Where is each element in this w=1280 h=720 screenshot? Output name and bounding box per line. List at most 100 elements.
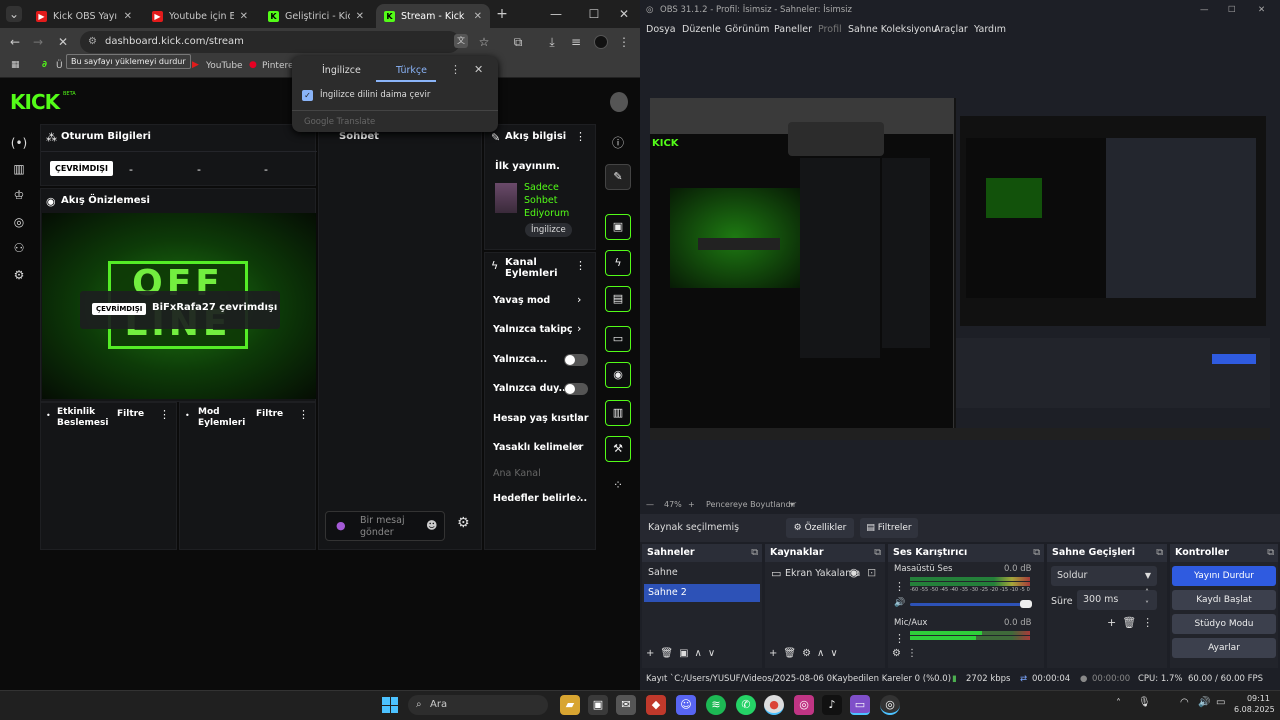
popout-icon[interactable]: ⧉ bbox=[751, 544, 758, 562]
wifi-icon[interactable]: ◠ bbox=[1180, 697, 1189, 708]
more-icon[interactable]: ⋮ bbox=[450, 63, 461, 76]
user-avatar[interactable] bbox=[610, 92, 628, 112]
studio-mode-button[interactable]: Stüdyo Modu bbox=[1172, 614, 1276, 634]
microphone-icon[interactable]: ● bbox=[336, 519, 346, 532]
app-icon[interactable]: ◆ bbox=[646, 695, 666, 715]
age-restriction-item[interactable]: Hesap yaş kısıtlar bbox=[493, 413, 589, 424]
scene-item-selected[interactable]: Sahne 2 bbox=[644, 584, 760, 602]
tray-chevron-icon[interactable]: ˄ bbox=[1116, 698, 1121, 709]
minimize-icon[interactable]: — bbox=[1200, 0, 1209, 20]
volume-slider-handle[interactable] bbox=[1020, 600, 1032, 608]
tab-youtube[interactable]: ▶Youtube için EN İYİ✕ bbox=[144, 4, 256, 28]
source-controls[interactable]: +🗑⚙∧∨ bbox=[769, 648, 844, 659]
file-explorer-icon[interactable]: ▰ bbox=[560, 695, 580, 715]
menu-view[interactable]: Görünüm bbox=[725, 24, 769, 35]
menu-help[interactable]: Yardım bbox=[974, 24, 1006, 35]
popout-icon[interactable]: ⧉ bbox=[1033, 544, 1040, 562]
close-icon[interactable]: ✕ bbox=[124, 11, 132, 22]
popout-icon[interactable]: ⧉ bbox=[1156, 544, 1163, 562]
properties-button[interactable]: ⚙ Özellikler bbox=[786, 518, 854, 538]
scene-item[interactable]: Sahne bbox=[644, 564, 760, 582]
chevron-down-icon[interactable]: ▾ bbox=[790, 500, 794, 509]
mail-icon[interactable]: ✉ bbox=[616, 695, 636, 715]
visibility-icon[interactable]: ◉ bbox=[849, 566, 859, 579]
close-icon[interactable]: ✕ bbox=[474, 11, 482, 22]
forward-icon[interactable]: → bbox=[30, 34, 46, 50]
close-icon[interactable]: ✕ bbox=[356, 11, 364, 22]
broadcast-button[interactable]: ◉ bbox=[605, 362, 631, 388]
menu-profile[interactable]: Profil bbox=[818, 24, 842, 35]
chrome-icon[interactable]: ● bbox=[764, 695, 784, 715]
battery-icon[interactable]: ▭ bbox=[1216, 697, 1225, 708]
always-translate-checkbox[interactable]: ✓ bbox=[302, 90, 313, 101]
profile-avatar[interactable] bbox=[594, 35, 608, 49]
chevron-right-icon[interactable]: › bbox=[577, 491, 581, 504]
close-icon[interactable]: ✕ bbox=[240, 11, 248, 22]
new-tab-icon[interactable]: + bbox=[494, 6, 510, 22]
obs-preview[interactable]: KICK bbox=[650, 98, 1270, 440]
filters-button[interactable]: ▤ Filtreler bbox=[860, 518, 918, 538]
more-icon[interactable]: ⋮ bbox=[575, 130, 586, 143]
more-icon[interactable]: ⋮ bbox=[298, 408, 309, 421]
info-icon[interactable]: ⓘ bbox=[609, 134, 627, 151]
kick-logo[interactable]: KICK bbox=[10, 90, 60, 114]
settings-icon[interactable]: ⚙ bbox=[10, 268, 28, 282]
zoom-in-icon[interactable]: + bbox=[688, 500, 695, 509]
capture-button[interactable]: ▣ bbox=[605, 214, 631, 240]
instagram-icon[interactable]: ◎ bbox=[794, 695, 814, 715]
bolt-button[interactable]: ϟ bbox=[605, 250, 631, 276]
menu-tools[interactable]: Araçlar bbox=[934, 24, 968, 35]
spotify-icon[interactable]: ≋ bbox=[706, 695, 726, 715]
set-goals-item[interactable]: Hedefler belirle... bbox=[493, 493, 587, 504]
popout-icon[interactable]: ⧉ bbox=[1267, 544, 1274, 562]
zoom-out-icon[interactable]: — bbox=[646, 500, 654, 509]
menu-edit[interactable]: Düzenle bbox=[682, 24, 721, 35]
preview-video[interactable]: OFF LINE ÇEVRİMDIŞI BiFxRafa27 çevrimdış… bbox=[42, 213, 316, 399]
start-button[interactable] bbox=[382, 697, 398, 713]
store-icon[interactable]: ▣ bbox=[588, 695, 608, 715]
fit-to-window[interactable]: Pencereye Boyutlandır bbox=[706, 500, 796, 509]
download-icon[interactable]: ⤓ bbox=[544, 34, 560, 50]
mixer-controls[interactable]: ⚙⋮ bbox=[892, 648, 923, 659]
filter-button[interactable]: Filtre bbox=[117, 409, 144, 419]
bookmark-item[interactable]: Ü bbox=[56, 61, 63, 71]
maximize-icon[interactable]: ☐ bbox=[1228, 0, 1236, 20]
tools-button[interactable]: ⚒ bbox=[605, 436, 631, 462]
stop-loading-icon[interactable]: ✕ bbox=[55, 34, 71, 50]
scene-controls[interactable]: +🗑▣∧∨ bbox=[646, 648, 721, 659]
chevron-right-icon[interactable]: › bbox=[577, 411, 581, 424]
address-bar[interactable]: ⚙ dashboard.kick.com/stream bbox=[80, 31, 460, 53]
settings-button[interactable]: Ayarlar bbox=[1172, 638, 1276, 658]
media-icon[interactable]: ≡ bbox=[568, 34, 584, 50]
whatsapp-icon[interactable]: ✆ bbox=[736, 695, 756, 715]
app-icon[interactable]: ▭ bbox=[850, 695, 870, 715]
tiktok-icon[interactable]: ♪ bbox=[822, 695, 842, 715]
minimize-icon[interactable]: — bbox=[548, 6, 564, 22]
tab-developer[interactable]: KGeliştirici - Kick Stre✕ bbox=[260, 4, 372, 28]
chat-button[interactable]: ▭ bbox=[605, 326, 631, 352]
menu-file[interactable]: Dosya bbox=[646, 24, 676, 35]
tab-search-icon[interactable]: ⌄ bbox=[6, 6, 22, 22]
emotes-only-toggle[interactable] bbox=[564, 383, 588, 395]
category-name[interactable]: Sadece Sohbet Ediyorum bbox=[524, 181, 584, 220]
edit-stream-button[interactable]: ✎ bbox=[605, 164, 631, 190]
bookmark-youtube[interactable]: YouTube bbox=[206, 61, 243, 71]
banned-words-item[interactable]: Yasaklı kelimeler bbox=[493, 442, 583, 453]
bookmark-star-icon[interactable]: ☆ bbox=[476, 34, 492, 50]
users-icon[interactable]: ⚇ bbox=[10, 241, 28, 255]
community-icon[interactable]: ◎ bbox=[10, 215, 28, 229]
emoji-icon[interactable]: ☻ bbox=[426, 519, 437, 532]
menu-scene-collection[interactable]: Sahne Koleksiyonu bbox=[848, 24, 937, 35]
chat-input[interactable]: ● Bir mesaj gönder ☻ bbox=[325, 511, 445, 541]
filter-button[interactable]: Filtre bbox=[256, 409, 283, 419]
trophy-icon[interactable]: ♔ bbox=[10, 188, 28, 202]
lock-icon[interactable]: ⊡ bbox=[867, 566, 876, 579]
popout-icon[interactable]: ⧉ bbox=[874, 544, 881, 562]
site-info-icon[interactable]: ⚙ bbox=[88, 31, 97, 53]
more-icon[interactable]: ⋮ bbox=[894, 632, 905, 645]
discord-icon[interactable]: ☺ bbox=[676, 695, 696, 715]
chevron-right-icon[interactable]: › bbox=[577, 293, 581, 306]
menu-icon[interactable]: ⋮ bbox=[616, 34, 632, 50]
translate-icon[interactable]: 文 bbox=[454, 34, 468, 48]
close-window-icon[interactable]: ✕ bbox=[1258, 0, 1265, 20]
